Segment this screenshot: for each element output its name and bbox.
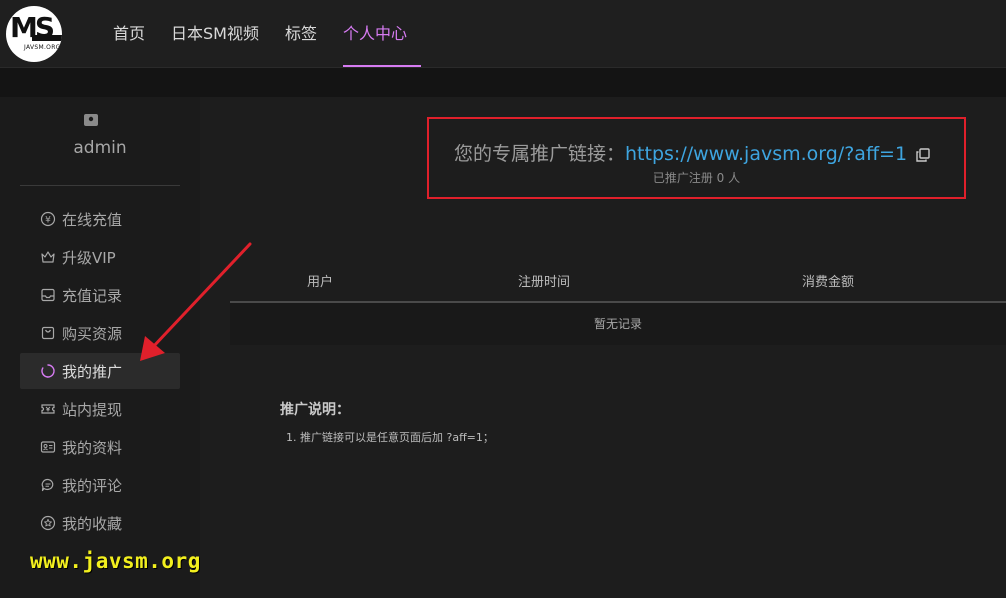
affiliate-label: 您的专属推广链接： (454, 143, 626, 165)
id-card-icon (40, 439, 56, 455)
nav-home[interactable]: 首页 (100, 0, 158, 67)
sidebar-item-label: 站内提现 (62, 400, 123, 419)
sidebar-item-label: 购买资源 (62, 324, 123, 343)
site-logo[interactable]: MS JAVSM.ORG (6, 6, 62, 62)
nav-japan-sm-videos[interactable]: 日本SM视频 (158, 0, 272, 67)
notes-title: 推广说明： (280, 402, 350, 418)
sidebar-item-label: 充值记录 (62, 286, 123, 305)
svg-text:¥: ¥ (45, 216, 51, 226)
sidebar-item-my-promotion[interactable]: 我的推广 (20, 353, 180, 389)
sidebar-item-my-comments[interactable]: 我的评论 (20, 467, 180, 503)
user-sidebar: admin ¥ 在线充值 升级VIP 充值记录 购买资源 我的推广 站内提现 我… (0, 97, 200, 598)
notes-item: 1. 推广链接可以是任意页面后加 ?aff=1； (286, 431, 494, 444)
comment-icon (40, 477, 56, 493)
copy-icon[interactable] (915, 147, 931, 163)
sidebar-item-recharge-records[interactable]: 充值记录 (20, 277, 180, 313)
sidebar-item-purchased-resources[interactable]: 购买资源 (20, 315, 180, 351)
column-register-time: 注册时间 (517, 274, 570, 290)
column-spend-amount: 消费金额 (801, 274, 854, 290)
logo-bar (32, 35, 62, 41)
star-circle-icon (40, 515, 56, 531)
table-header: 用户 注册时间 消费金额 (230, 259, 1006, 303)
sidebar-item-withdraw[interactable]: 站内提现 (20, 391, 180, 427)
sidebar-item-label: 我的推广 (62, 362, 123, 381)
affiliate-link-line: 您的专属推广链接：https://www.javsm.org/?aff=1 (454, 139, 931, 166)
nav-user-center[interactable]: 个人中心 (330, 0, 422, 67)
sidebar-divider (20, 185, 180, 186)
affiliate-link-box: 您的专属推广链接：https://www.javsm.org/?aff=1 已推… (427, 117, 966, 199)
column-user: 用户 (306, 274, 333, 290)
affiliate-register-count: 已推广注册 0 人 (652, 171, 741, 185)
sidebar-item-my-profile[interactable]: 我的资料 (20, 429, 180, 465)
circle-sync-icon (40, 363, 56, 379)
sidebar-item-label: 在线充值 (62, 210, 123, 229)
inbox-icon (40, 287, 56, 303)
shopping-bag-icon (40, 325, 56, 341)
promotion-table: 用户 注册时间 消费金额 暂无记录 (230, 259, 1006, 345)
sidebar-menu: ¥ 在线充值 升级VIP 充值记录 购买资源 我的推广 站内提现 我的资料 我的… (20, 201, 180, 543)
main-nav: 首页 日本SM视频 标签 个人中心 (100, 0, 422, 67)
promotion-panel: 您的专属推广链接：https://www.javsm.org/?aff=1 已推… (200, 97, 1006, 598)
sidebar-item-upgrade-vip[interactable]: 升级VIP (20, 239, 180, 275)
sidebar-item-label: 升级VIP (62, 248, 116, 267)
sidebar-item-label: 我的资料 (62, 438, 123, 457)
avatar-icon[interactable] (84, 111, 98, 126)
sidebar-item-recharge[interactable]: ¥ 在线充值 (20, 201, 180, 237)
crown-icon (40, 249, 56, 265)
watermark: www.javsm.org (30, 549, 201, 573)
top-nav-bar: MS JAVSM.ORG 首页 日本SM视频 标签 个人中心 (0, 0, 1006, 68)
username: admin (73, 138, 127, 158)
affiliate-link[interactable]: https://www.javsm.org/?aff=1 (625, 143, 907, 165)
withdraw-ticket-icon (40, 401, 56, 417)
sidebar-item-my-favorites[interactable]: 我的收藏 (20, 505, 180, 541)
sidebar-item-label: 我的收藏 (62, 514, 123, 533)
table-empty-row: 暂无记录 (230, 303, 1006, 345)
yen-circle-icon: ¥ (40, 211, 56, 227)
sidebar-item-label: 我的评论 (62, 476, 123, 495)
nav-tags[interactable]: 标签 (272, 0, 330, 67)
promotion-notes: 推广说明： 1. 推广链接可以是任意页面后加 ?aff=1； (280, 399, 494, 445)
logo-subtext: JAVSM.ORG (24, 44, 61, 51)
